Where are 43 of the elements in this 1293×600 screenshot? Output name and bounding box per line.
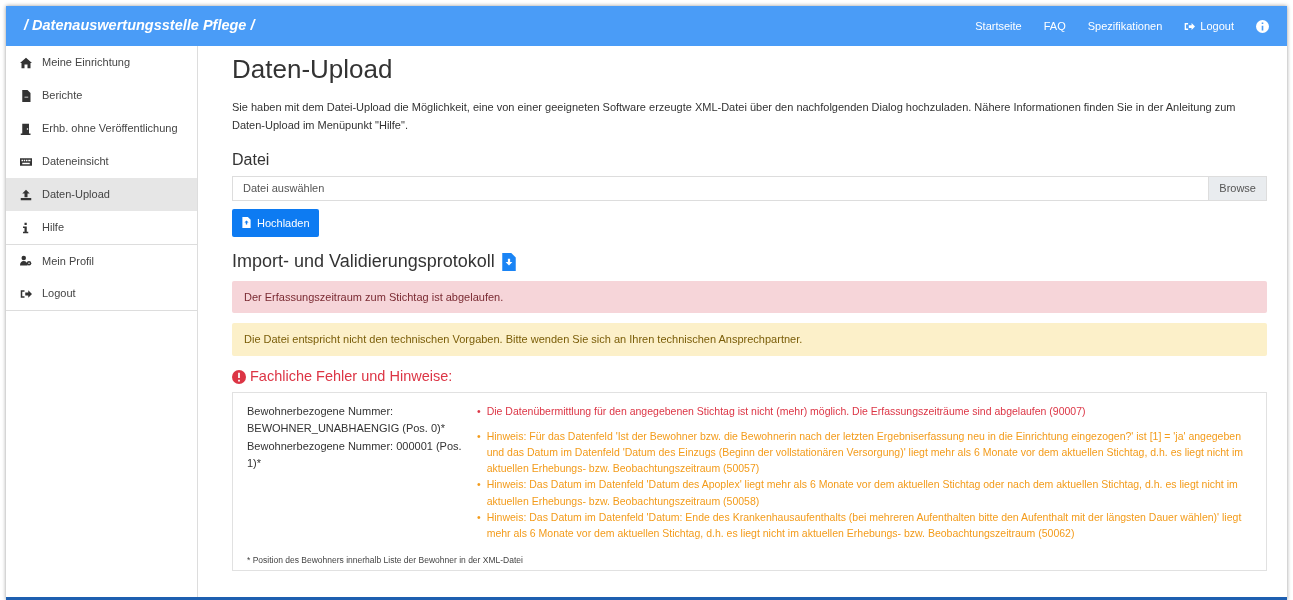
upload-icon bbox=[20, 188, 32, 201]
sidebar-item[interactable]: Erhb. ohne Veröffentlichung bbox=[6, 112, 197, 145]
hint-message: Hinweis: Das Datum im Datenfeld 'Datum des Apoplex' liegt mehr als 6 Monate vor dem aktuellen Stichtag oder nach dem aktuellen Stichtag, d.h. es liegt nicht im aktuellen Erhebungs- bzw. Beobachtungszeitraum (50058) bbox=[486, 477, 1239, 509]
bullet: • bbox=[477, 510, 481, 525]
page-title: Daten-Upload bbox=[232, 54, 394, 86]
hint-message: Hinweis: Das Datum im Datenfeld 'Datum: Ende des Krankenhausaufenthalts (bei mehreren Aufenthalten bitte den Aufenthalt mit der längsten Dauer wählen)' liegt mehr als 6 Monate vor dem aktuellen Stichtag, d.h. es liegt nicht im aktuellen Erhebungs- bzw. Beobachtungszeitraum (50062) bbox=[486, 510, 1243, 542]
download-button[interactable] bbox=[499, 252, 518, 271]
section-heading: Import- und Validierungsprotokoll bbox=[232, 251, 495, 273]
bullet: • bbox=[477, 477, 481, 493]
error-alert: Der Erfassungszeitraum zum Stichtag ist abgelaufen. bbox=[232, 280, 1267, 314]
warning-alert: Die Datei entspricht nicht den technischen Vorgaben. Bitte wenden Sie sich an Ihren technischen Ansprechpartner. bbox=[232, 323, 1267, 356]
upload-button[interactable]: Hochladen bbox=[232, 208, 319, 238]
home-icon bbox=[20, 56, 32, 69]
file-upload-icon bbox=[241, 217, 252, 229]
error-message: Die Datenübermittlung für den angegebenen Stichtag ist nicht (mehr) möglich. Die Erfassungszeiträume sind abgelaufen (90007) bbox=[486, 404, 1086, 420]
sign-out-icon bbox=[20, 287, 32, 300]
browse-button[interactable]: Browse bbox=[1208, 176, 1266, 200]
hint-message: Hinweis: Für das Datenfeld 'Ist der Bewohner bzw. die Bewohnerin nach der letzten Ergebniserfassung neu in die Einrichtung eingezogen?' ist [1] = 'ja' angegeben und das Datum im Datenfeld 'Datum des Einzugs (Beginn der vollstationären Versorgung)' liegt mehr als 6 Monate vor dem aktuellen Stichtag, d.h. es liegt nicht im aktuellen Erhebungs- bzw. Beobachtungszeitraum (50057) bbox=[486, 428, 1244, 477]
sidebar-item[interactable]: Berichte bbox=[6, 79, 197, 112]
keyboard-icon bbox=[20, 155, 32, 168]
users-icon bbox=[20, 255, 32, 267]
sidebar-item[interactable]: Hilfe bbox=[6, 211, 197, 244]
bullet: • bbox=[477, 428, 481, 444]
file-input[interactable]: Datei auswählen Browse bbox=[232, 175, 1267, 201]
intro-text: Sie haben mit dem Datei-Upload die Möglichkeit, eine von einer geeigneten Software erzeugte XML-Datei über den nachfolgenden Dialog hochzuladen. Nähere Informationen finden Sie in der Anleitung zum Daten-Upload im Menüpunkt "Hilfe". bbox=[232, 100, 1237, 133]
door-icon bbox=[20, 122, 32, 135]
sidebar-item[interactable]: Logout bbox=[6, 277, 197, 310]
issues-heading: Fachliche Fehler und Hinweise: bbox=[250, 366, 453, 386]
resident-label: Bewohnerbezogene Nummer: BEWOHNER_UNABHAENGIG (Pos. 0)* bbox=[247, 404, 447, 437]
info-button[interactable] bbox=[1256, 19, 1269, 33]
sidebar-item[interactable]: Dateneinsicht bbox=[6, 145, 197, 178]
sidebar-item[interactable]: Daten-Upload bbox=[6, 178, 197, 211]
exclamation-circle-icon bbox=[232, 369, 246, 384]
site-title: / Datenauswertungsstelle Pflege / bbox=[24, 16, 255, 36]
document-icon bbox=[20, 89, 32, 102]
bullet: • bbox=[477, 404, 481, 420]
sign-out-icon bbox=[1184, 20, 1196, 32]
section-heading: Datei bbox=[232, 150, 271, 170]
footnote: * Position des Bewohners innerhalb Liste der Bewohner in der XML-Datei bbox=[247, 553, 524, 567]
file-download-icon bbox=[499, 252, 518, 271]
sidebar-item[interactable]: Meine Einrichtung bbox=[6, 46, 197, 79]
resident-label: Bewohnerbezogene Nummer: 000001 (Pos. 1)* bbox=[247, 438, 463, 471]
sidebar-item[interactable]: Mein Profil bbox=[6, 244, 197, 277]
